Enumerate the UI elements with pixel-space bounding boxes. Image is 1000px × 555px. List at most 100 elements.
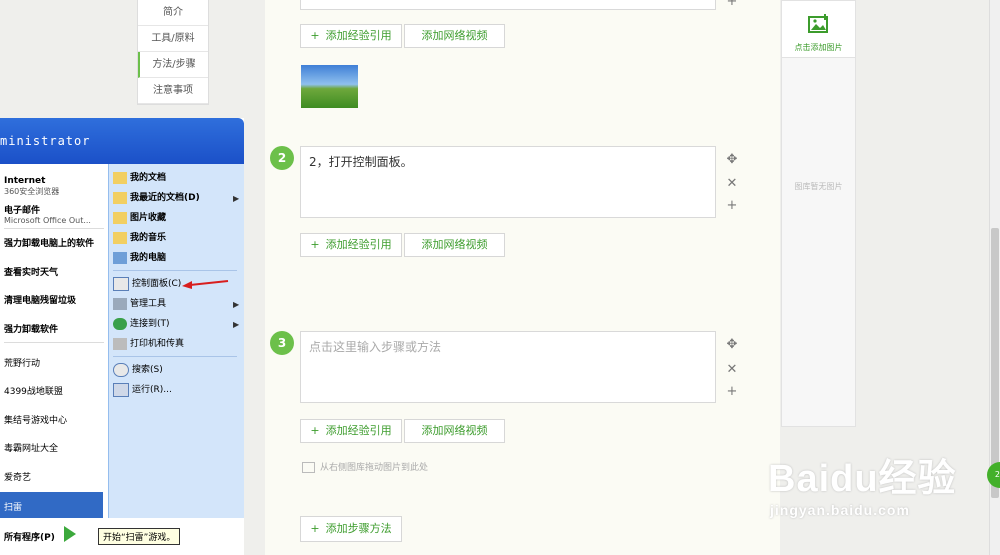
menu-item-label: 图片收藏 [130,213,167,223]
tooltip: 开始“扫雷”游戏。 [98,528,181,545]
computer-icon [113,251,127,264]
menu-item-title: 电子邮件 [4,206,41,216]
menu-item[interactable]: 强力卸载软件 [4,322,58,335]
nav-item-notes[interactable]: 注意事项 [138,78,208,104]
menu-item-title: 强力卸载电脑上的软件 [4,239,95,249]
tools-icon [113,297,127,310]
add-video-label: 添加网络视频 [421,424,488,437]
menu-item[interactable]: 强力卸载电脑上的软件 [4,236,94,249]
add-experience-button[interactable]: + 添加经验引用 [300,24,402,48]
menu-item-title: 清理电脑残留垃圾 [4,296,77,306]
move-icon[interactable]: ✥ [725,152,739,167]
nav-item-steps[interactable]: 方法/步骤 [138,52,208,78]
start-menu-header: ministrator [0,118,244,164]
add-experience-label: 添加经验引用 [325,424,392,437]
green-arrow-icon[interactable] [64,526,76,542]
menu-item[interactable]: 清理电脑残留垃圾 [4,293,76,306]
add-step-method-label: 添加步骤方法 [325,522,392,535]
add-image-icon [807,14,828,33]
delete-icon[interactable]: ✕ [725,362,739,377]
step-2-text[interactable]: 2，打开控制面板。 [301,147,715,176]
step-1-image-thumbnail[interactable] [301,65,358,108]
red-arrow-icon [182,280,229,289]
add-video-button[interactable]: 添加网络视频 [404,419,505,443]
menu-item[interactable]: 荒野行动 [4,356,40,369]
nav-item-tools[interactable]: 工具/原料 [138,26,208,52]
empty-library-text: 图库暂无图片 [794,182,843,191]
add-step-icon[interactable]: + [725,0,739,9]
menu-item[interactable]: 毒霸网址大全 [4,441,58,454]
menu-item-admin-tools[interactable]: 管理工具 [113,296,166,312]
menu-item-title: Internet [4,176,46,186]
section-nav: 简介 工具/原料 方法/步骤 注意事项 [137,0,209,105]
menu-item[interactable]: 查看实时天气 [4,265,58,278]
menu-item-run[interactable]: 运行(R)... [113,382,172,398]
menu-item[interactable]: 集结号游戏中心 [4,413,67,426]
search-icon [113,362,129,377]
folder-icon [113,171,127,184]
folder-icon [113,231,127,244]
separator [4,228,104,229]
submenu-arrow-icon: ▶ [233,320,240,329]
image-icon [302,462,315,473]
separator [113,356,237,357]
menu-item-search[interactable]: 搜索(S) [113,362,163,378]
menu-item-sub: 360安全浏览器 [4,187,60,196]
pinned-programs: Internet 360安全浏览器 电子邮件 Microsoft Office Ou… [0,164,108,555]
menu-item-recent-documents[interactable]: 我最近的文档(D) [113,190,200,206]
add-video-button[interactable]: 添加网络视频 [404,233,505,257]
menu-item-label: 我的电脑 [130,253,167,263]
username: ministrator [0,134,91,148]
drag-hint: 从右侧图库拖动图片到此处 [302,460,428,473]
menu-item-printers[interactable]: 打印机和传真 [113,336,184,352]
separator [113,270,237,271]
add-step-icon[interactable]: + [725,384,739,399]
step-number-badge: 3 [270,331,294,355]
start-menu: ministrator Internet 360安全浏览器 电子邮件 Microso… [0,118,244,555]
menu-item-label: 运行(R)... [132,385,172,395]
step-3-placeholder[interactable]: 点击这里输入步骤或方法 [301,332,715,361]
menu-item-control-panel[interactable]: 控制面板(C) [113,276,181,292]
menu-item-label: 我最近的文档(D) [130,193,200,203]
add-experience-button[interactable]: + 添加经验引用 [300,233,402,257]
menu-item-email[interactable]: 电子邮件 Microsoft Office Out... [4,203,91,225]
delete-icon[interactable]: ✕ [725,176,739,191]
add-step-icon[interactable]: + [725,198,739,213]
menu-item-pictures[interactable]: 图片收藏 [113,210,166,226]
step-1-text-box[interactable] [300,0,716,10]
menu-item-title: 强力卸载软件 [4,325,59,335]
picture-library-panel: 点击添加图片 图库暂无图片 [781,0,856,427]
system-places: 我的文档 我最近的文档(D) ▶ 图片收藏 我的音乐 我的电脑 控制面板(C) … [108,164,244,555]
baidu-watermark: Baidu经验 jingyan.baidu.com [768,447,957,518]
submenu-arrow-icon: ▶ [233,300,240,309]
move-icon[interactable]: ✥ [725,337,739,352]
add-experience-label: 添加经验引用 [325,29,392,42]
menu-item-title: 扫雷 [4,503,23,513]
add-experience-button[interactable]: + 添加经验引用 [300,419,402,443]
menu-item-label: 我的文档 [130,173,167,183]
menu-item-label: 管理工具 [130,299,167,309]
menu-item-my-documents[interactable]: 我的文档 [113,170,166,186]
add-video-button[interactable]: 添加网络视频 [404,24,505,48]
add-experience-label: 添加经验引用 [325,238,392,251]
step-2-text-box[interactable]: 2，打开控制面板。 [300,146,716,218]
menu-item-minesweeper[interactable]: 扫雷 [0,492,103,518]
menu-item[interactable]: 爱奇艺 [4,470,31,483]
menu-item-label: 连接到(T) [130,319,170,329]
add-step-method-button[interactable]: + 添加步骤方法 [300,516,402,542]
step-3-text-box[interactable]: 点击这里输入步骤或方法 [300,331,716,403]
drag-hint-text: 从右侧图库拖动图片到此处 [320,463,429,473]
run-icon [113,382,129,397]
menu-item-label: 我的音乐 [130,233,167,243]
menu-item-music[interactable]: 我的音乐 [113,230,166,246]
menu-item-internet[interactable]: Internet 360安全浏览器 [4,176,59,197]
menu-item-my-computer[interactable]: 我的电脑 [113,250,166,266]
menu-item-label: 搜索(S) [132,365,163,375]
nav-item-intro[interactable]: 简介 [138,0,208,26]
add-picture-button[interactable]: 点击添加图片 [782,1,855,58]
all-programs-button[interactable]: 所有程序(P) [4,530,55,543]
menu-item[interactable]: 4399战地联盟 [4,384,63,397]
menu-item-connect-to[interactable]: 连接到(T) [113,316,170,332]
scrollbar-thumb[interactable] [991,228,999,498]
folder-icon [113,191,127,204]
